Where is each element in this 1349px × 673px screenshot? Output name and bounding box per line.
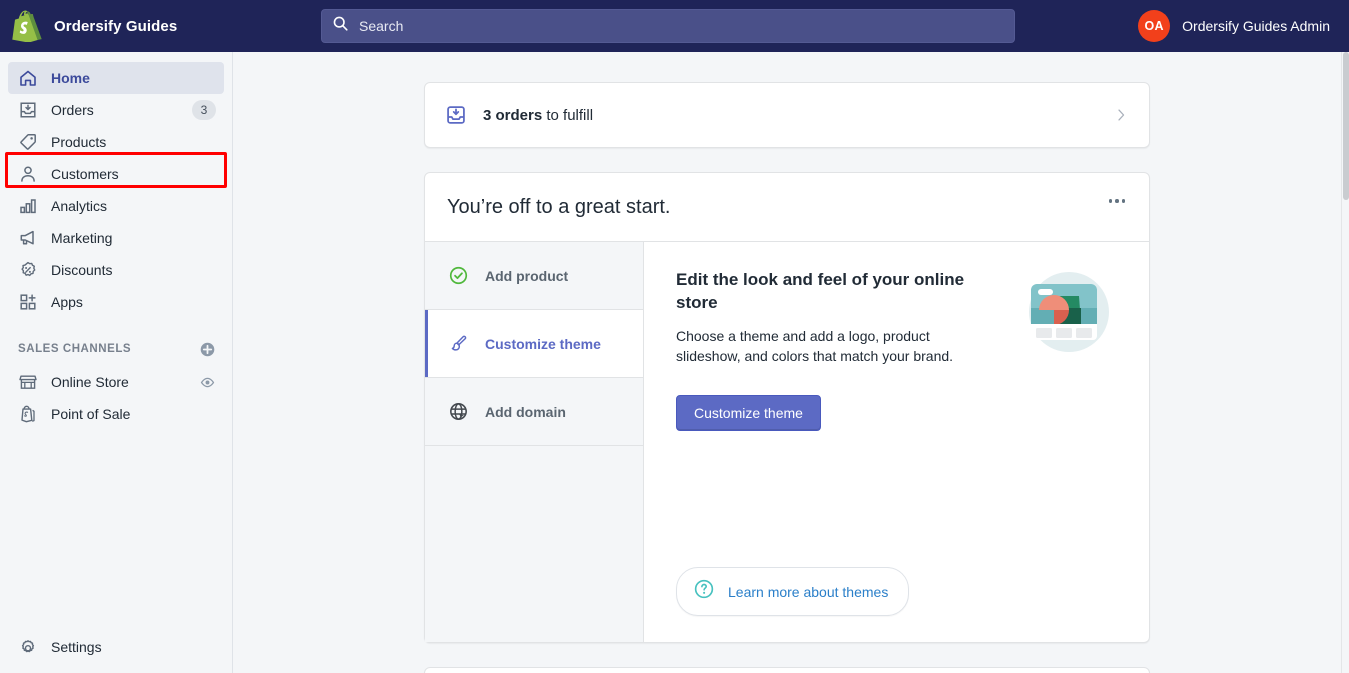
sidebar-item-orders[interactable]: Orders 3 bbox=[8, 94, 224, 126]
detail-title: Edit the look and feel of your online st… bbox=[676, 270, 965, 313]
learn-more-about-themes-button[interactable]: Learn more about themes bbox=[676, 567, 910, 616]
gear-icon bbox=[18, 637, 38, 657]
search-wrap: Search bbox=[321, 9, 1015, 43]
content-column: 3 orders to fulfill You’re off to a grea… bbox=[233, 52, 1341, 673]
sidebar-item-products[interactable]: Products bbox=[8, 126, 224, 158]
shopify-admin-app: Ordersify Guides Search OA Ordersify Gui… bbox=[0, 0, 1349, 673]
orders-inbox-icon bbox=[445, 104, 467, 126]
sidebar-item-label: Point of Sale bbox=[51, 406, 131, 422]
orders-count: 3 orders bbox=[483, 106, 543, 124]
person-icon bbox=[18, 164, 38, 184]
sidebar-item-discounts[interactable]: Discounts bbox=[8, 254, 224, 286]
percent-badge-icon bbox=[18, 260, 38, 280]
kebab-dot bbox=[1115, 199, 1119, 203]
brand[interactable]: Ordersify Guides bbox=[0, 10, 233, 43]
question-circle-icon bbox=[693, 578, 715, 605]
sidebar-item-settings[interactable]: Settings bbox=[8, 631, 225, 663]
sidebar-item-label: Customers bbox=[51, 166, 119, 182]
kebab-dot bbox=[1108, 199, 1112, 203]
sidebar-item-label: Settings bbox=[51, 639, 102, 655]
apps-plus-icon bbox=[18, 292, 38, 312]
sidebar-item-label: Orders bbox=[51, 102, 94, 118]
sidebar-item-home[interactable]: Home bbox=[8, 62, 224, 94]
task-customize-theme[interactable]: Customize theme bbox=[425, 310, 643, 378]
eye-icon[interactable] bbox=[199, 374, 216, 391]
pos-bag-icon bbox=[18, 404, 38, 424]
sidebar-item-label: Online Store bbox=[51, 374, 129, 390]
verify-email-card: Keep your account secure by verifying yo… bbox=[424, 667, 1150, 673]
sidebar-item-label: Apps bbox=[51, 294, 83, 310]
plus-circle-icon[interactable] bbox=[199, 341, 216, 358]
search-placeholder: Search bbox=[359, 18, 404, 34]
chevron-right-icon[interactable] bbox=[1113, 107, 1129, 123]
storefront-icon bbox=[18, 372, 38, 392]
top-bar: Ordersify Guides Search OA Ordersify Gui… bbox=[0, 0, 1349, 52]
sidebar-item-customers[interactable]: Customers bbox=[8, 158, 224, 190]
orders-badge: 3 bbox=[192, 100, 216, 120]
orders-to-fulfill-card[interactable]: 3 orders to fulfill bbox=[424, 82, 1150, 148]
search-icon bbox=[332, 15, 349, 37]
onboarding-header: You’re off to a great start. bbox=[425, 173, 1149, 241]
orders-banner-text: 3 orders to fulfill bbox=[483, 107, 593, 124]
sidebar-item-label: Discounts bbox=[51, 262, 113, 278]
onboarding-card: You’re off to a great start. Add product… bbox=[424, 172, 1150, 643]
user-menu[interactable]: OA Ordersify Guides Admin bbox=[1138, 0, 1330, 52]
task-label: Customize theme bbox=[485, 335, 601, 352]
home-icon bbox=[18, 68, 38, 88]
main-content: 3 orders to fulfill You’re off to a grea… bbox=[233, 52, 1341, 673]
page-scrollbar[interactable] bbox=[1341, 52, 1349, 673]
task-label: Add product bbox=[485, 267, 569, 284]
task-label: Add domain bbox=[485, 403, 566, 420]
sidebar-item-marketing[interactable]: Marketing bbox=[8, 222, 224, 254]
sidebar-item-analytics[interactable]: Analytics bbox=[8, 190, 224, 222]
search-input[interactable]: Search bbox=[321, 9, 1015, 43]
paintbrush-icon bbox=[447, 333, 469, 355]
ellipsis-horizontal-icon[interactable] bbox=[1105, 195, 1130, 207]
brand-name: Ordersify Guides bbox=[54, 17, 178, 35]
sidebar-item-apps[interactable]: Apps bbox=[8, 286, 224, 318]
detail-description: Choose a theme and add a logo, product s… bbox=[676, 327, 954, 365]
task-list-filler bbox=[425, 446, 643, 642]
check-circle-icon bbox=[447, 265, 469, 287]
megaphone-icon bbox=[18, 228, 38, 248]
page-title: You’re off to a great start. bbox=[447, 196, 671, 218]
sidebar-item-label: Marketing bbox=[51, 230, 113, 246]
sidebar: Home Orders 3 Products Customers Analyti… bbox=[0, 52, 233, 673]
scrollbar-thumb[interactable] bbox=[1343, 52, 1349, 200]
sales-channels-header: SALES CHANNELS bbox=[8, 334, 224, 364]
online-store-theme-illustration bbox=[1019, 264, 1115, 365]
sidebar-item-label: Home bbox=[51, 70, 90, 86]
verify-email-header: Keep your account secure by verifying yo… bbox=[425, 668, 1149, 673]
task-add-domain[interactable]: Add domain bbox=[425, 378, 643, 446]
learn-more-label: Learn more about themes bbox=[728, 583, 889, 600]
task-add-product[interactable]: Add product bbox=[425, 242, 643, 310]
orders-banner[interactable]: 3 orders to fulfill bbox=[425, 83, 1149, 147]
sidebar-item-online-store[interactable]: Online Store bbox=[8, 366, 224, 398]
onboarding-detail: Edit the look and feel of your online st… bbox=[644, 242, 1149, 642]
orders-inbox-icon bbox=[18, 100, 38, 120]
sidebar-item-point-of-sale[interactable]: Point of Sale bbox=[8, 398, 224, 430]
globe-icon bbox=[447, 401, 469, 423]
customize-theme-button[interactable]: Customize theme bbox=[676, 394, 821, 431]
sales-channels-title: SALES CHANNELS bbox=[18, 343, 132, 355]
settings-row: Settings bbox=[0, 631, 233, 663]
onboarding-body: Add product Customize theme Add domain E… bbox=[425, 241, 1149, 642]
sidebar-item-label: Products bbox=[51, 134, 107, 150]
orders-suffix: to fulfill bbox=[542, 106, 594, 124]
avatar: OA bbox=[1138, 10, 1171, 42]
sidebar-item-label: Analytics bbox=[51, 198, 108, 214]
user-name: Ordersify Guides Admin bbox=[1182, 18, 1330, 34]
bar-chart-icon bbox=[18, 196, 38, 216]
tag-icon bbox=[18, 132, 38, 152]
onboarding-task-list: Add product Customize theme Add domain bbox=[425, 242, 644, 642]
kebab-dot bbox=[1121, 199, 1125, 203]
shopify-bag-icon bbox=[12, 10, 42, 43]
